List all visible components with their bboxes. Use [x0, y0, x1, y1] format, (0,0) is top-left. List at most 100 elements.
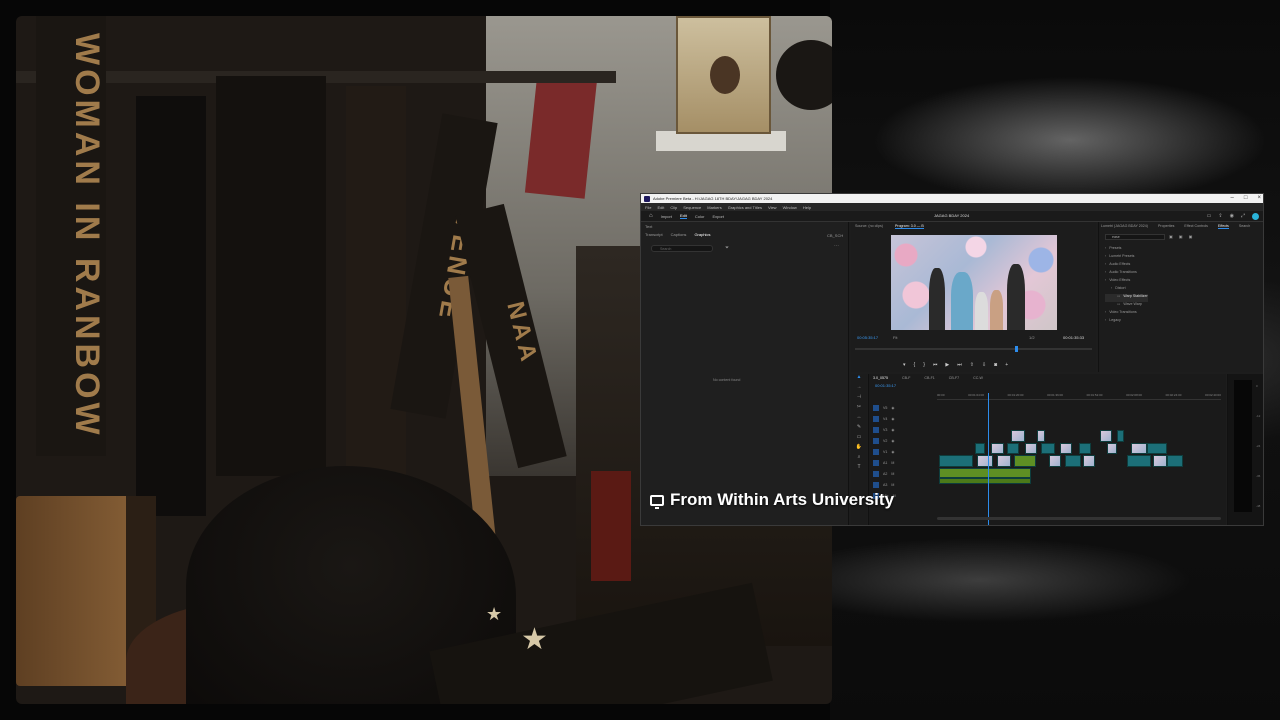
menu-markers[interactable]: Markers	[707, 205, 721, 210]
video-clip[interactable]	[1153, 455, 1167, 467]
step-back-icon[interactable]: ⏮	[933, 362, 938, 368]
effects-tree-item[interactable]: › Lumetri Presets	[1105, 254, 1148, 262]
eye-icon[interactable]: ◉	[891, 439, 894, 443]
disclosure-chevron-icon[interactable]: ›	[1105, 278, 1106, 282]
video-clip[interactable]	[1079, 443, 1091, 454]
video-clip[interactable]	[1065, 455, 1081, 467]
home-icon[interactable]: ⌂	[649, 213, 653, 219]
menu-clip[interactable]: Clip	[670, 205, 677, 210]
track-select-icon[interactable]: →	[851, 384, 867, 394]
eye-icon[interactable]: ◉	[891, 450, 894, 454]
eye-icon[interactable]: ◉	[891, 417, 894, 421]
effects-tree-item[interactable]: › Legacy	[1105, 318, 1148, 326]
close-icon[interactable]: ×	[1257, 195, 1261, 201]
track-header[interactable]: V1 ◉	[873, 446, 935, 457]
extract-icon[interactable]: ⇩	[982, 362, 986, 368]
eye-icon[interactable]: ◉	[891, 406, 894, 410]
timeline-scrollbar[interactable]	[937, 517, 1221, 520]
tab-search[interactable]: Search	[1239, 224, 1250, 229]
video-clip[interactable]	[939, 455, 973, 467]
workspace-export[interactable]: Export	[712, 214, 724, 219]
pen-icon[interactable]: ✎	[851, 424, 867, 434]
track-header[interactable]: A3 M	[873, 479, 935, 490]
ripple-edit-icon[interactable]: ⊣	[851, 394, 867, 404]
video-clip[interactable]	[1083, 455, 1095, 467]
effects-tree-item[interactable]: ▭ Wave Warp	[1105, 302, 1148, 310]
tab-sequence-2[interactable]: CB-F	[902, 376, 910, 380]
eye-icon[interactable]: ◉	[891, 428, 894, 432]
track-header[interactable]: V2 ◉	[873, 435, 935, 446]
video-clip[interactable]	[1014, 455, 1036, 467]
disclosure-chevron-icon[interactable]: ›	[1105, 254, 1106, 258]
32bit-icon[interactable]: ▣	[1179, 234, 1183, 239]
video-clip[interactable]	[991, 443, 1004, 454]
tab-sequence-1[interactable]: 3.0_0575	[873, 376, 888, 380]
track-target-icon[interactable]	[873, 415, 879, 422]
track-target-icon[interactable]	[873, 437, 879, 444]
video-clip[interactable]	[1025, 443, 1037, 454]
video-clip[interactable]	[975, 443, 985, 454]
disclosure-chevron-icon[interactable]: ▭	[1117, 302, 1120, 306]
effects-tree-item[interactable]: › Presets	[1105, 246, 1148, 254]
disclosure-chevron-icon[interactable]: ▭	[1117, 294, 1120, 298]
yuv-icon[interactable]: ▣	[1189, 234, 1193, 239]
filter-icon[interactable]: ⏷	[725, 245, 729, 251]
track-target-icon[interactable]	[873, 481, 879, 488]
video-clip[interactable]	[1127, 455, 1151, 467]
scrub-playhead[interactable]	[1015, 346, 1018, 352]
menu-window[interactable]: Window	[783, 205, 797, 210]
tab-effect-controls[interactable]: Effect Controls	[1184, 224, 1208, 229]
menu-view[interactable]: View	[768, 205, 777, 210]
out-point-icon[interactable]: }	[923, 362, 925, 368]
selection-tool-icon[interactable]: ▲	[851, 374, 867, 384]
disclosure-chevron-icon[interactable]: ›	[1105, 310, 1106, 314]
disclosure-chevron-icon[interactable]: ›	[1105, 318, 1106, 322]
tab-lumetri[interactable]: Lumetri (JAGAG BDAY 2024)	[1101, 224, 1148, 229]
video-clip[interactable]	[1007, 443, 1019, 454]
video-clip[interactable]	[1100, 430, 1112, 442]
disclosure-chevron-icon[interactable]: ›	[1111, 286, 1112, 290]
more-icon[interactable]: ⋯	[834, 243, 839, 249]
tab-sequence-5[interactable]: CC-W	[973, 376, 983, 380]
video-clip[interactable]	[1117, 430, 1124, 442]
audio-clip[interactable]	[939, 478, 1031, 484]
disclosure-chevron-icon[interactable]: ›	[1105, 262, 1106, 266]
avatar[interactable]	[1252, 213, 1259, 220]
in-point-icon[interactable]: {	[914, 362, 916, 368]
hand-icon[interactable]: ✋	[851, 444, 867, 454]
step-forward-icon[interactable]: ⏭	[957, 362, 962, 368]
menu-edit[interactable]: Edit	[657, 205, 664, 210]
video-clip[interactable]	[977, 455, 993, 467]
video-clip[interactable]	[1167, 455, 1183, 467]
effects-tree-item[interactable]: › Video Transitions	[1105, 310, 1148, 318]
tab-transcript[interactable]: Transcript	[645, 232, 663, 237]
effects-tree-item[interactable]: › Distort	[1105, 286, 1148, 294]
rectangle-icon[interactable]: ▭	[851, 434, 867, 444]
disclosure-chevron-icon[interactable]: ›	[1105, 246, 1106, 250]
menu-help[interactable]: Help	[803, 205, 811, 210]
notifications-icon[interactable]: ◉	[1230, 213, 1234, 220]
eye-icon[interactable]: M	[891, 461, 894, 465]
video-clip[interactable]	[997, 455, 1011, 467]
lift-icon[interactable]: ⇧	[970, 362, 974, 368]
video-clip[interactable]	[1037, 430, 1045, 442]
play-icon[interactable]: ▶	[945, 362, 949, 368]
fullscreen-icon[interactable]: ⤢	[1241, 213, 1245, 220]
video-clip[interactable]	[1060, 443, 1072, 454]
workspace-edit[interactable]: Edit	[679, 213, 687, 219]
tab-sequence-3[interactable]: CB-F1	[924, 376, 934, 380]
zoom-select[interactable]: Fit	[893, 335, 897, 340]
quick-export-icon[interactable]: ⇪	[1218, 213, 1222, 220]
tab-program[interactable]: Program: 3.0 — B	[894, 224, 924, 229]
eye-icon[interactable]: M	[891, 472, 894, 476]
track-header[interactable]: A1 M	[873, 457, 935, 468]
effects-tree-item[interactable]: › Audio Effects	[1105, 262, 1148, 270]
marker-icon[interactable]: ▾	[903, 362, 906, 368]
track-target-icon[interactable]	[873, 448, 879, 455]
track-header[interactable]: A2 M	[873, 468, 935, 479]
video-clip[interactable]	[1131, 443, 1147, 454]
tab-sequence-4[interactable]: CB-F7	[949, 376, 959, 380]
disclosure-chevron-icon[interactable]: ›	[1105, 270, 1106, 274]
add-icon[interactable]: +	[1005, 362, 1008, 368]
graphics-search-input[interactable]: Search	[651, 245, 713, 252]
